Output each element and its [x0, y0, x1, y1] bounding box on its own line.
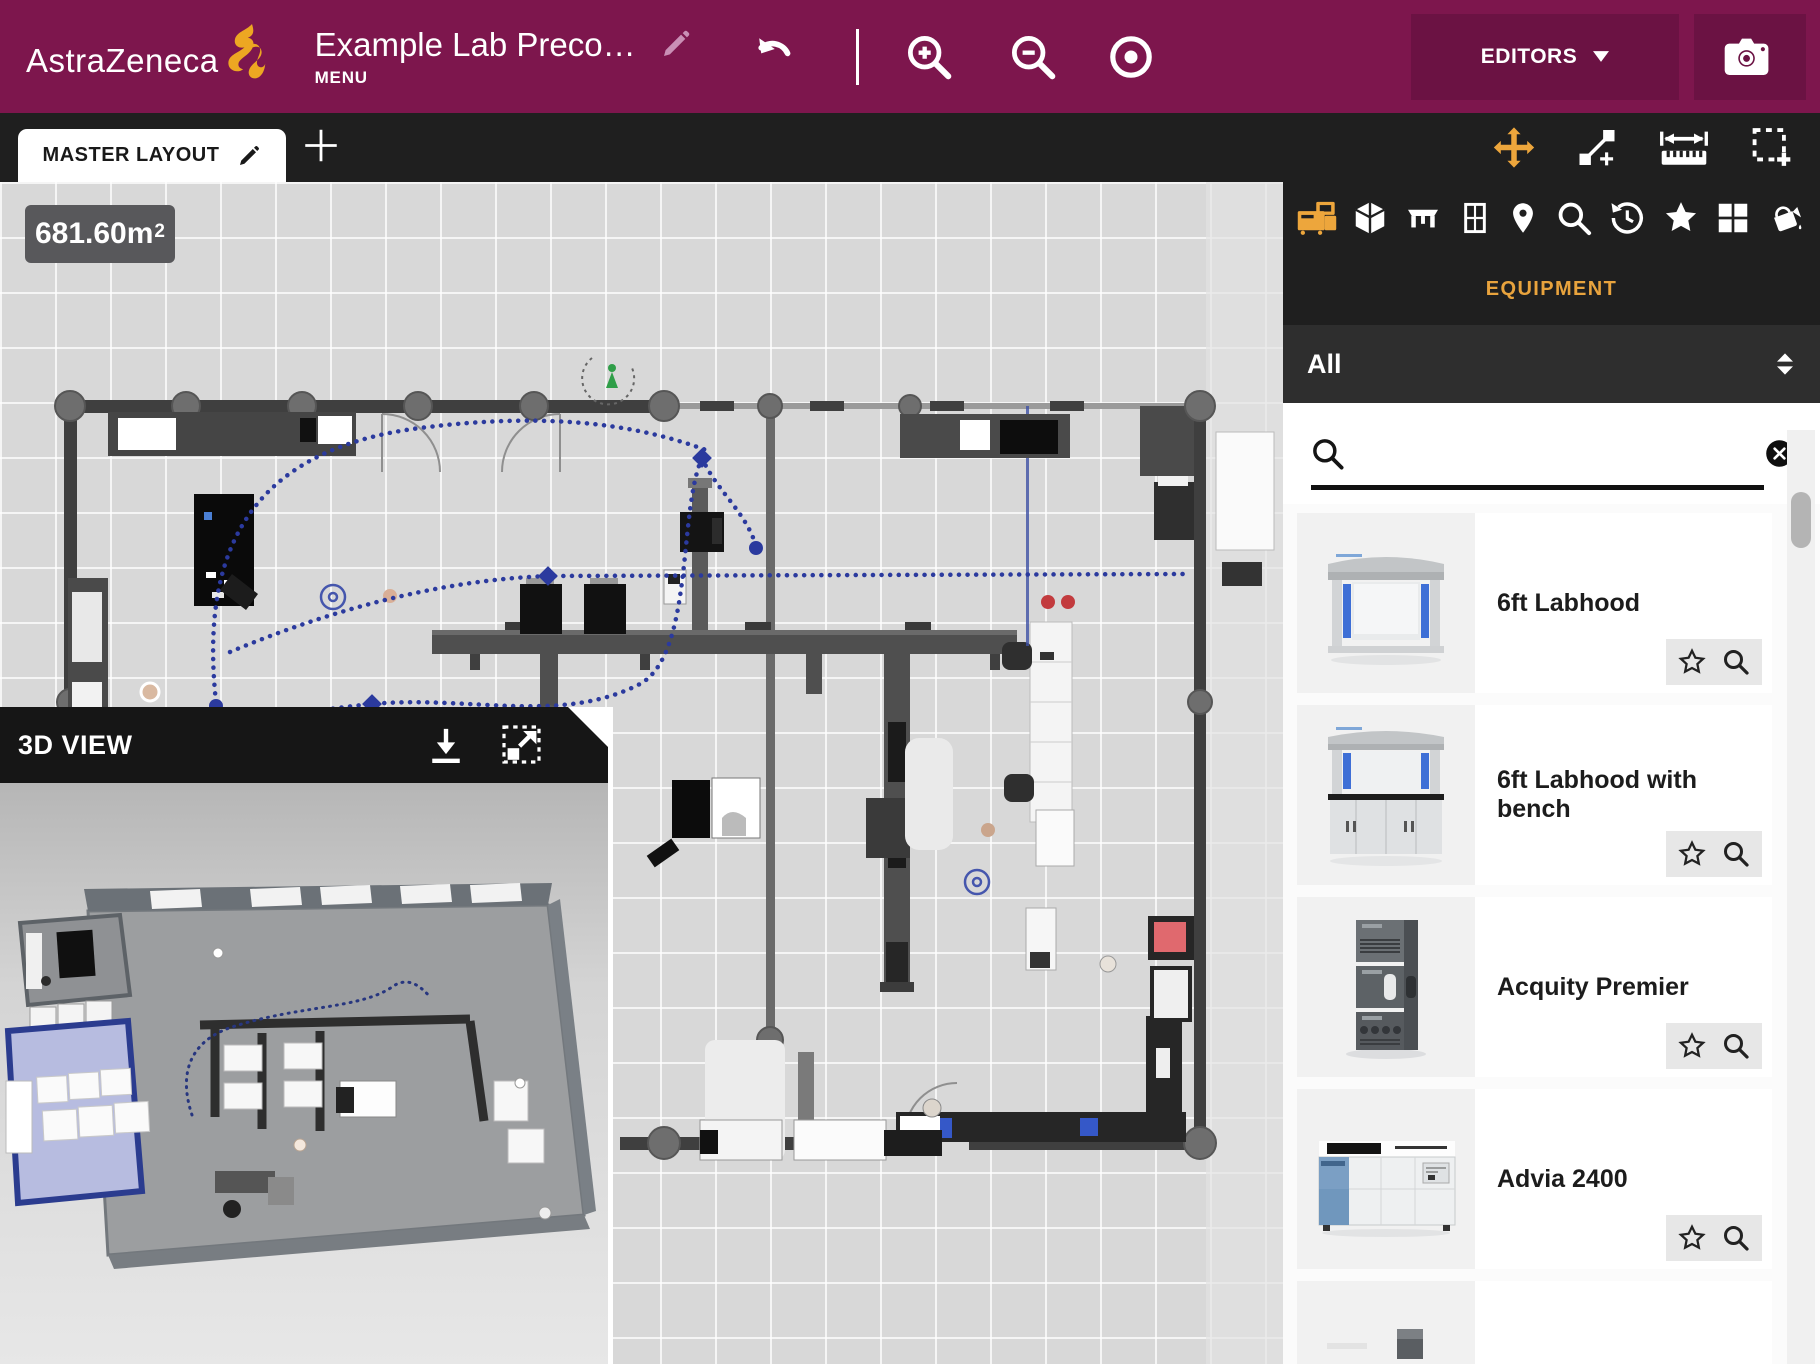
equipment-thumbnail: [1297, 705, 1475, 885]
equipment-list: 6ft Labhood 6ft Labhood with bench: [1283, 504, 1820, 1364]
item-actions: [1666, 1023, 1762, 1069]
equipment-filter-value: All: [1307, 349, 1774, 380]
favorite-star-icon[interactable]: [1677, 1031, 1707, 1061]
sidebar-scrollbar-thumb[interactable]: [1791, 492, 1811, 548]
3d-view-panel: 3D VIEW: [0, 707, 613, 1364]
location-pin-icon[interactable]: [1506, 200, 1540, 236]
equipment-thumbnail: [1297, 513, 1475, 693]
editors-dropdown[interactable]: EDITORS: [1411, 14, 1679, 100]
history-icon[interactable]: [1608, 199, 1646, 237]
document-title-block: Example Lab Preco… MENU: [315, 26, 636, 88]
favorite-star-icon[interactable]: [1677, 1223, 1707, 1253]
equipment-item-acquity-premier[interactable]: Acquity Premier: [1297, 897, 1772, 1077]
equipment-search-bar: [1283, 403, 1820, 504]
brand-name: AstraZeneca: [26, 31, 219, 91]
add-layout-tab-icon[interactable]: [300, 124, 342, 171]
item-zoom-icon[interactable]: [1721, 839, 1751, 869]
astrazeneca-logo[interactable]: AstraZeneca: [26, 22, 275, 91]
edit-title-pencil-icon[interactable]: [660, 28, 692, 60]
sidebar-scrollbar-track[interactable]: [1787, 430, 1815, 1364]
equipment-item-partial[interactable]: [1297, 1281, 1772, 1364]
favorite-star-icon[interactable]: [1677, 647, 1707, 677]
camera-button[interactable]: [1694, 14, 1806, 100]
item-zoom-icon[interactable]: [1721, 647, 1751, 677]
add-node-tool-icon[interactable]: [1576, 127, 1618, 169]
astrazeneca-logo-icon: [223, 22, 275, 89]
equipment-thumbnail: [1297, 1089, 1475, 1269]
toolbar-divider: [856, 29, 859, 85]
item-actions: [1666, 831, 1762, 877]
equipment-sidebar: EQUIPMENT All 6ft Lab: [1283, 182, 1820, 1364]
canvas-tools: [1492, 125, 1794, 170]
document-title: Example Lab Preco…: [315, 26, 636, 64]
grid-layout-icon[interactable]: [1715, 200, 1751, 236]
search-tool-icon[interactable]: [1555, 199, 1593, 237]
equipment-item-name: Advia 2400: [1497, 1165, 1628, 1194]
tab-master-layout-label: MASTER LAYOUT: [43, 144, 220, 167]
download-3d-icon[interactable]: [424, 723, 468, 772]
edit-tab-pencil-icon[interactable]: [237, 144, 261, 168]
search-underline: [1311, 485, 1764, 490]
camera-icon: [1722, 34, 1778, 80]
tab-bar: MASTER LAYOUT: [0, 113, 1820, 182]
equipment-thumbnail: [1297, 897, 1475, 1077]
zoom-in-icon[interactable]: [903, 31, 955, 83]
expand-3d-icon[interactable]: [498, 721, 546, 774]
floorplan-canvas[interactable]: 681.60m2 3D VIEW: [0, 182, 1283, 1364]
app-window: AstraZeneca Example Lab Preco… MENU EDIT…: [0, 0, 1820, 1364]
item-zoom-icon[interactable]: [1721, 1031, 1751, 1061]
equipment-thumbnail: [1297, 1281, 1475, 1364]
sort-arrows-icon: [1774, 352, 1796, 376]
favorite-star-icon[interactable]: [1677, 839, 1707, 869]
equipment-item-6ft-labhood-with-bench[interactable]: 6ft Labhood with bench: [1297, 705, 1772, 885]
equipment-item-name: 6ft Labhood with bench: [1497, 766, 1772, 824]
editors-label: EDITORS: [1481, 45, 1577, 69]
3d-view-title: 3D VIEW: [18, 730, 133, 761]
doors-windows-icon[interactable]: [1459, 200, 1491, 236]
equipment-item-name: Acquity Premier: [1497, 973, 1689, 1002]
equipment-filter-dropdown[interactable]: All: [1283, 325, 1820, 403]
3d-panel-resize-handle[interactable]: [568, 707, 608, 747]
item-zoom-icon[interactable]: [1721, 1223, 1751, 1253]
equipment-library-icon[interactable]: [1297, 201, 1337, 235]
equipment-section-title: EQUIPMENT: [1283, 254, 1820, 325]
recenter-target-icon[interactable]: [1105, 31, 1157, 83]
furniture-table-icon[interactable]: [1403, 200, 1443, 236]
chevron-down-icon: [1593, 51, 1609, 62]
3d-objects-cube-icon[interactable]: [1352, 200, 1388, 236]
measure-ruler-tool-icon[interactable]: [1658, 125, 1710, 170]
marquee-select-tool-icon[interactable]: [1750, 126, 1794, 170]
item-actions: [1666, 1215, 1762, 1261]
3d-view-render[interactable]: [0, 783, 608, 1364]
paint-fill-icon[interactable]: [1766, 200, 1806, 236]
equipment-item-name: 6ft Labhood: [1497, 589, 1640, 618]
search-icon: [1309, 435, 1347, 473]
undo-icon[interactable]: [750, 33, 798, 81]
menu-button[interactable]: MENU: [315, 68, 636, 88]
zoom-out-icon[interactable]: [1007, 31, 1059, 83]
item-actions: [1666, 639, 1762, 685]
move-tool-icon[interactable]: [1492, 126, 1536, 170]
area-label: 681.60m2: [25, 205, 175, 263]
tab-master-layout[interactable]: MASTER LAYOUT: [18, 129, 286, 182]
favorites-star-icon[interactable]: [1662, 199, 1700, 237]
equipment-item-6ft-labhood[interactable]: 6ft Labhood: [1297, 513, 1772, 693]
search-input[interactable]: [1361, 438, 1751, 469]
3d-view-header: 3D VIEW: [0, 707, 608, 783]
sidebar-icon-row: [1283, 182, 1820, 254]
equipment-item-advia-2400[interactable]: Advia 2400: [1297, 1089, 1772, 1269]
top-bar: AstraZeneca Example Lab Preco… MENU EDIT…: [0, 0, 1820, 113]
